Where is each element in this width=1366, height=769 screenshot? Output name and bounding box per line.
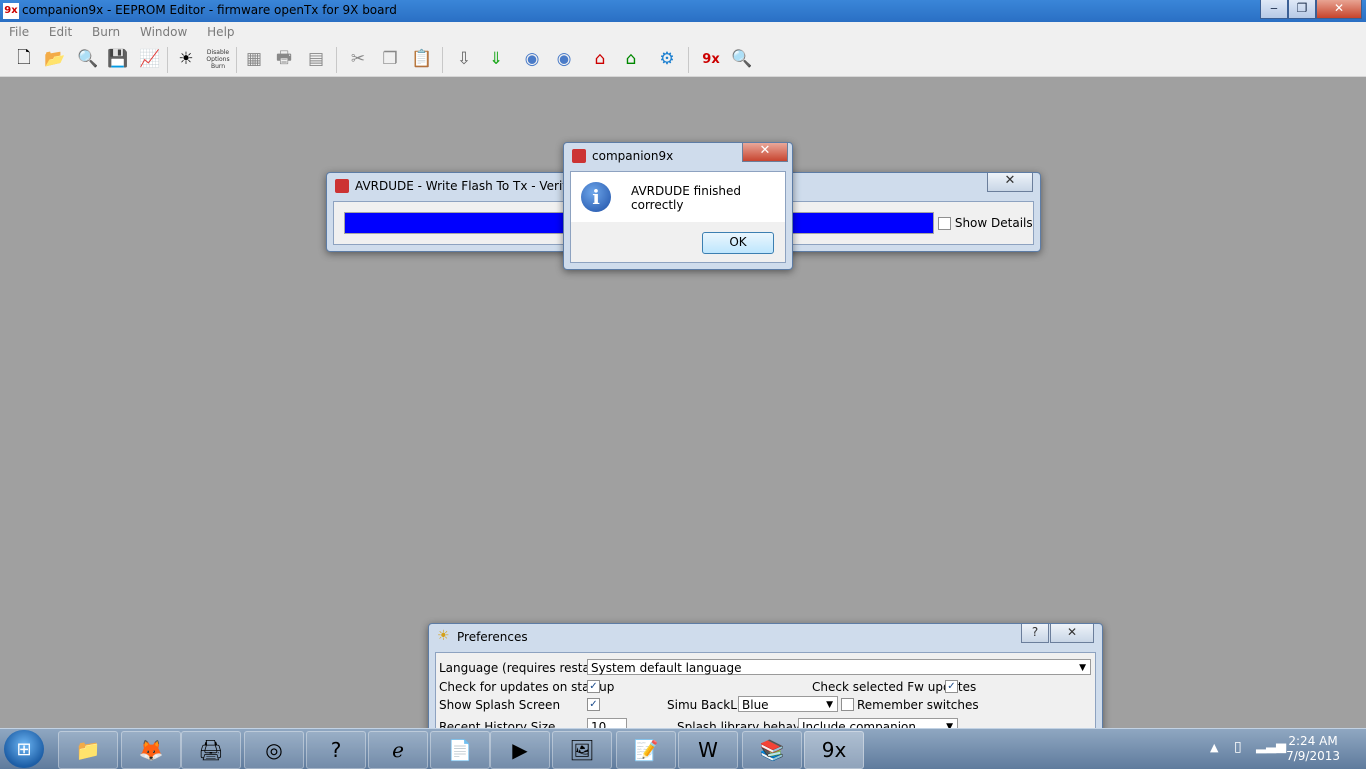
main-titlebar[interactable]: 9x companion9x - EEPROM Editor - firmwar…	[0, 0, 1366, 22]
adobe-reader-icon[interactable]: 📄	[430, 731, 490, 769]
preferences-close-icon[interactable]: ✕	[1050, 624, 1094, 643]
companion9x-app-icon: 9x	[3, 3, 19, 19]
show-hidden-icons-icon[interactable]: ▲	[1210, 741, 1218, 754]
toolbar: 🗋 📂 🔍 💾 📈 ☀ Disable Options Burn ▦ 🖶 ▤ ✂…	[0, 42, 1366, 77]
preferences-dialog: ☀ Preferences ? ✕ Language (requires res…	[428, 623, 1103, 750]
clock-date: 7/9/2013	[1286, 749, 1340, 763]
firefox-icon[interactable]: 🦊	[121, 731, 181, 769]
menu-burn[interactable]: Burn	[83, 22, 127, 39]
show-details-label: Show Details	[954, 216, 1033, 230]
print-icon[interactable]: 🖶	[272, 47, 296, 71]
avrdude-close-icon[interactable]: ✕	[987, 173, 1033, 192]
clock[interactable]: 2:24 AM 7/9/2013	[1286, 734, 1340, 764]
menu-preview-icon[interactable]: Disable Options Burn	[206, 47, 230, 71]
show-splash-checkbox[interactable]: ✓	[587, 698, 600, 711]
zoom-icon[interactable]: 🔍	[730, 47, 754, 71]
cut-icon[interactable]: ✂	[346, 47, 370, 71]
menu-edit[interactable]: Edit	[40, 22, 79, 39]
menu-window[interactable]: Window	[131, 22, 194, 39]
taskbar: ⊞ 📁 🦊 🖨 ◎ ? ℯ 📄 ▶ 🖼 📝 W 📚 9x ▲ ▯ ▂▃▅ 2:2…	[0, 728, 1366, 769]
message-text: AVRDUDE finished correctly	[631, 184, 742, 212]
maximize-button[interactable]: ❐	[1288, 0, 1316, 19]
simulate-icon[interactable]: ⌂	[619, 47, 643, 71]
burn-config-icon[interactable]: ⌂	[588, 47, 612, 71]
check-fw-checkbox[interactable]: ✓	[945, 680, 958, 693]
preferences-icon[interactable]: ☀	[174, 47, 198, 71]
check-updates-checkbox[interactable]: ✓	[587, 680, 600, 693]
notepad-icon[interactable]: 📝	[616, 731, 676, 769]
chevron-down-icon: ▼	[826, 700, 833, 710]
avrdude-dialog-title: AVRDUDE - Write Flash To Tx - Verifyin	[355, 179, 585, 193]
photo-viewer-icon[interactable]: 🖼	[552, 731, 612, 769]
write-eeprom-icon[interactable]: ⇩	[452, 47, 476, 71]
message-box-dialog: companion9x ✕ i AVRDUDE finished correct…	[563, 142, 793, 270]
help-support-icon[interactable]: ?	[306, 731, 366, 769]
write-flash-icon[interactable]: ◉	[520, 47, 544, 71]
menu-file[interactable]: File	[0, 22, 36, 39]
preferences-dialog-icon: ☀	[437, 628, 450, 644]
remember-switches-checkbox[interactable]	[841, 698, 854, 711]
explorer-icon[interactable]: 📁	[58, 731, 118, 769]
paste-icon[interactable]: 📋	[410, 47, 434, 71]
show-splash-label: Show Splash Screen	[439, 698, 561, 712]
media-player-icon[interactable]: ▶	[490, 731, 550, 769]
minimize-button[interactable]: ‒	[1260, 0, 1288, 19]
network-signal-icon[interactable]: ▂▃▅	[1256, 739, 1286, 754]
message-box-icon	[572, 149, 586, 163]
save-as-icon[interactable]: 💾	[106, 47, 130, 71]
chevron-down-icon: ▼	[1079, 663, 1086, 673]
read-eeprom-icon[interactable]: ⇓	[484, 47, 508, 71]
start-button[interactable]: ⊞	[4, 730, 44, 768]
language-select[interactable]: System default language ▼	[587, 659, 1091, 675]
window-title: companion9x - EEPROM Editor - firmware o…	[22, 3, 397, 17]
internet-explorer-icon[interactable]: ℯ	[368, 731, 428, 769]
new-file-icon[interactable]: 🗋	[12, 47, 36, 71]
companion-about-icon[interactable]: 9x	[699, 47, 723, 71]
open-file-icon[interactable]: 📂	[43, 47, 67, 71]
simu-backlight-select[interactable]: Blue ▼	[738, 696, 838, 712]
preferences-title: Preferences	[457, 630, 528, 644]
remember-switches-label: Remember switches	[857, 698, 979, 712]
hp-icon[interactable]: 🖨	[181, 731, 241, 769]
show-details-checkbox[interactable]	[938, 217, 951, 230]
ok-button[interactable]: OK	[702, 232, 774, 254]
copy-icon[interactable]: ❐	[378, 47, 402, 71]
companion9x-taskbar-icon[interactable]: 9x	[804, 731, 864, 769]
settings-gear-icon[interactable]: ⚙	[655, 47, 679, 71]
chrome-icon[interactable]: ◎	[244, 731, 304, 769]
menu-help[interactable]: Help	[198, 22, 241, 39]
close-button[interactable]: ✕	[1316, 0, 1362, 19]
menu-bar: File Edit Burn Window Help	[0, 22, 1366, 42]
winrar-icon[interactable]: 📚	[742, 731, 802, 769]
avrdude-dialog-icon	[335, 179, 349, 193]
message-box-close-icon[interactable]: ✕	[742, 143, 788, 162]
word-icon[interactable]: W	[678, 731, 738, 769]
help-icon[interactable]: ?	[1021, 624, 1049, 643]
save-file-icon[interactable]: 🔍	[76, 47, 100, 71]
info-icon: i	[581, 182, 611, 212]
clock-time: 2:24 AM	[1288, 734, 1338, 748]
message-box-title: companion9x	[592, 149, 674, 163]
grid-icon[interactable]: ▦	[242, 47, 266, 71]
battery-icon[interactable]: ▯	[1234, 739, 1242, 755]
show-details-option[interactable]: Show Details	[938, 216, 1033, 230]
language-label: Language (requires restart)	[439, 661, 605, 675]
read-flash-icon[interactable]: ◉	[552, 47, 576, 71]
logs-icon[interactable]: 📈	[138, 47, 162, 71]
message-box-body: i AVRDUDE finished correctly OK	[570, 171, 786, 263]
print-preview-icon[interactable]: ▤	[304, 47, 328, 71]
